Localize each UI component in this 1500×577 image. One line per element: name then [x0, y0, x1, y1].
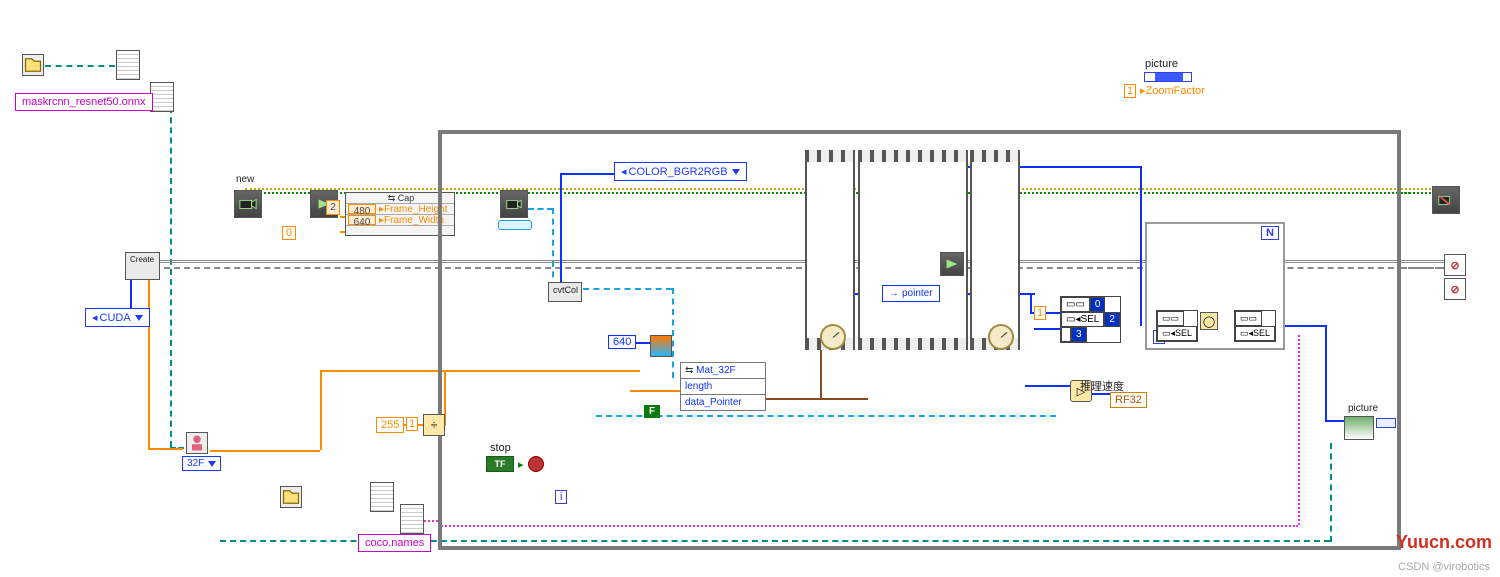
chevron-down-icon — [135, 315, 143, 321]
wire-yterm — [1401, 188, 1431, 190]
wire-cterm2 — [1401, 267, 1441, 269]
dtype-32f-selector[interactable]: 32F — [182, 456, 221, 471]
selector-node-4 — [400, 504, 424, 534]
camera-new-vi — [234, 190, 262, 218]
color-convert-selector[interactable]: ◂ COLOR_BGR2RGB — [614, 162, 747, 181]
picture-label-top: picture — [1145, 58, 1178, 70]
selector-node-2 — [150, 82, 174, 112]
selector-node-1 — [116, 50, 140, 80]
wire-teal-vert — [170, 97, 172, 447]
watermark: Yuucn.com — [1396, 532, 1492, 553]
sequence-frame-2 — [858, 150, 968, 350]
timer-end-icon — [988, 324, 1014, 350]
stop-label: stop — [490, 442, 511, 454]
zoom-factor-label: ▸ZoomFactor — [1140, 84, 1205, 97]
wire-teal-top — [45, 65, 115, 67]
frame-height-value: 480 — [348, 204, 376, 214]
error-out-b: ⊘ — [1444, 278, 1466, 300]
one-constant-c: 1 — [1124, 84, 1136, 98]
error-out-a: ⊘ — [1444, 254, 1466, 276]
chevron-down-icon — [732, 169, 740, 175]
scale-255-constant: 255 — [376, 417, 404, 433]
stop-boolean[interactable]: TF — [486, 456, 514, 472]
picture-indicator-top — [1144, 72, 1192, 82]
camera-grab-vi — [500, 190, 528, 218]
device-text: CUDA — [100, 312, 131, 324]
f-constant: F — [644, 405, 660, 418]
wire-names — [424, 520, 438, 522]
merge-node: ◯ — [1200, 312, 1218, 330]
file-path-constant-icon-b — [280, 486, 302, 508]
file-path-constant-icon — [22, 54, 44, 76]
channel-index-constant: 2 — [326, 200, 340, 215]
picture-terminal — [1376, 418, 1396, 428]
wire-orange-h2 — [210, 450, 320, 452]
camera-run-vi — [940, 252, 964, 276]
wire-gterm — [1401, 192, 1431, 194]
zero-constant: 0 — [282, 226, 296, 240]
picture-indicator — [1344, 416, 1374, 440]
wire-cterm1 — [1401, 260, 1441, 263]
frame-width-value: 640 — [348, 215, 376, 225]
names-filename-constant: coco.names — [358, 534, 431, 552]
build-cluster-a: ▭▭ ▭◂SEL — [1156, 310, 1198, 342]
wire-orange-v2 — [320, 370, 322, 450]
create-node: Create — [125, 252, 160, 280]
device-selector[interactable]: ◂ CUDA — [85, 308, 150, 327]
for-loop-N-terminal: N — [1261, 226, 1279, 240]
sequence-frame-1 — [805, 150, 855, 350]
inference-speed-indicator: RF32 — [1110, 392, 1147, 408]
input-size-constant: 640 — [608, 335, 636, 349]
pointer-node: →pointer — [882, 285, 940, 302]
picture-label-bottom: picture — [1348, 403, 1378, 414]
wire-orange-v1 — [148, 268, 150, 448]
cvtcolor-node: cvtCol — [548, 282, 582, 302]
chevron-down-icon — [208, 461, 216, 467]
to-mat-cluster: ⇆ Mat_32F length data_Pointer — [680, 362, 766, 411]
sequence-frame-3 — [970, 150, 1020, 350]
divide-node: ÷ — [423, 414, 445, 436]
index-select-cluster: ▭▭ 0 ▭◂SEL 2 3 — [1060, 296, 1121, 343]
camera-release-vi — [1432, 186, 1460, 214]
resize-vi — [650, 335, 672, 357]
selector-node-3 — [370, 482, 394, 512]
type-cast-icon — [186, 432, 208, 454]
credit-text: CSDN @virobotics — [1398, 561, 1490, 573]
model-filename-constant: maskrcnn_resnet50.onnx — [15, 93, 153, 111]
one-constant-b: 1 — [1034, 306, 1046, 320]
loop-iteration-terminal: i — [555, 490, 567, 504]
loop-stop-terminal — [528, 456, 544, 472]
camera-new-label: new — [236, 174, 254, 185]
timer-start-icon — [820, 324, 846, 350]
wire-orange-h1 — [148, 448, 183, 450]
one-constant-a: 1 — [406, 417, 418, 431]
session-handle — [498, 220, 532, 230]
build-cluster-b: ▭▭ ▭◂SEL — [1234, 310, 1276, 342]
